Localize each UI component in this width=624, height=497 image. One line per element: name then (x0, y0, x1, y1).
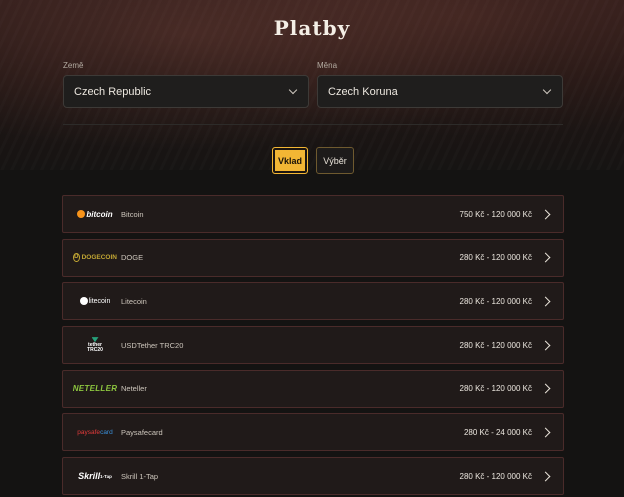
bitcoin-logo-icon: bitcoin (73, 206, 117, 222)
chevron-right-icon (540, 383, 551, 394)
payment-method-range: 280 Kč - 120 000 Kč (459, 384, 533, 394)
payment-method-list: bitcoin Bitcoin 750 Kč - 120 000 Kč D DOG… (62, 195, 564, 497)
payment-method-name: Litecoin (121, 296, 147, 306)
payment-method-row-paysafecard[interactable]: paysafe card Paysafecard 280 Kč - 24 000 … (62, 413, 564, 452)
chevron-right-icon (540, 252, 551, 263)
currency-label: Měna (317, 61, 338, 70)
payment-method-name: USDTether TRC20 (121, 340, 184, 350)
divider (63, 124, 563, 125)
currency-select[interactable]: Czech Koruna (317, 75, 563, 108)
country-label: Země (63, 61, 84, 70)
chevron-right-icon (540, 209, 551, 219)
payment-method-range: 280 Kč - 120 000 Kč (459, 296, 533, 306)
chevron-down-icon (288, 85, 298, 95)
skrill-logo-icon: Skrill 1-Tap (78, 471, 112, 482)
payment-method-row-bitcoin[interactable]: bitcoin Bitcoin 750 Kč - 120 000 Kč (62, 195, 564, 233)
currency-select-value: Czech Koruna (328, 85, 398, 98)
payment-method-row-skrill[interactable]: Skrill 1-Tap Skrill 1-Tap 280 Kč - 120 00… (62, 457, 564, 496)
country-select[interactable]: Czech Republic (63, 75, 309, 108)
payment-method-range: 750 Kč - 120 000 Kč (459, 209, 533, 219)
payment-method-row-doge[interactable]: D DOGECOIN DOGE 280 Kč - 120 000 Kč (62, 238, 564, 277)
chevron-right-icon (540, 471, 551, 482)
payment-method-range: 280 Kč - 24 000 Kč (463, 427, 532, 437)
paysafecard-logo-icon: paysafe card (77, 428, 113, 436)
payment-method-row-usdt[interactable]: tether TRC20 USDTether TRC20 280 Kč - 120… (62, 326, 564, 365)
country-select-value: Czech Republic (74, 85, 152, 98)
payment-method-range: 280 Kč - 120 000 Kč (459, 340, 533, 350)
dogecoin-logo-icon: D DOGECOIN (73, 253, 117, 263)
payment-method-name: DOGE (121, 253, 144, 263)
payment-method-range: 280 Kč - 120 000 Kč (459, 471, 533, 481)
chevron-right-icon (540, 427, 551, 438)
chevron-down-icon (542, 85, 552, 95)
chevron-right-icon (540, 340, 551, 351)
tab-withdraw[interactable]: Výběr (316, 147, 354, 174)
page-title: Platby (273, 16, 351, 40)
tab-deposit[interactable]: Vklad (272, 147, 308, 174)
litecoin-logo-icon: litecoin (73, 293, 117, 309)
payment-method-name: Paysafecard (121, 427, 163, 437)
payment-method-row-litecoin[interactable]: litecoin Litecoin 280 Kč - 120 000 Kč (62, 282, 564, 321)
neteller-logo-icon: NETELLER (72, 384, 118, 394)
tether-logo-icon: tether TRC20 (73, 337, 117, 353)
payment-method-name: Skrill 1-Tap (121, 471, 159, 481)
payment-method-range: 280 Kč - 120 000 Kč (459, 253, 533, 263)
payment-method-row-neteller[interactable]: NETELLER Neteller 280 Kč - 120 000 Kč (62, 369, 564, 408)
chevron-right-icon (540, 296, 551, 307)
payment-method-name: Neteller (121, 384, 147, 394)
payment-method-name: Bitcoin (121, 209, 144, 219)
